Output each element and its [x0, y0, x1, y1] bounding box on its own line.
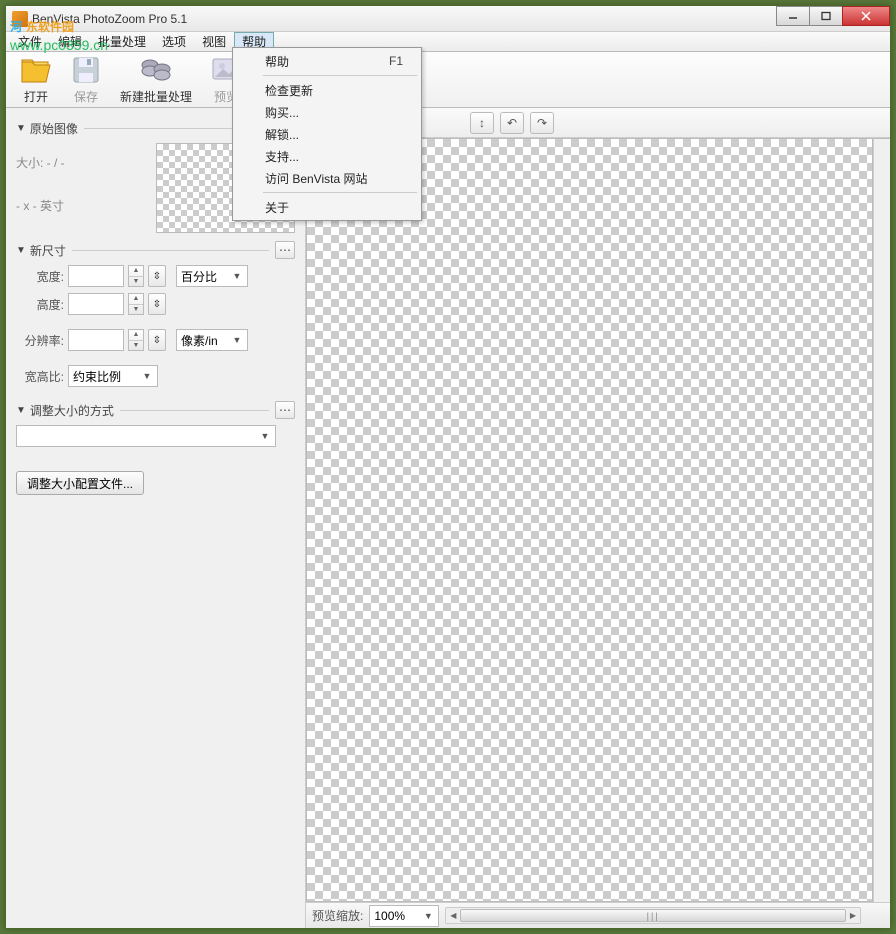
zoom-combo[interactable]: 100%▼: [369, 905, 439, 927]
toolbar: 打开 保存 新建批量处理 预览: [6, 52, 890, 108]
batch-icon: [140, 54, 172, 86]
menu-help-update[interactable]: 检查更新: [235, 79, 419, 101]
tool-save-label: 保存: [74, 88, 98, 105]
preview-canvas[interactable]: [306, 138, 873, 902]
redo-button[interactable]: ↷: [530, 112, 554, 134]
window-title: BenVista PhotoZoom Pro 5.1: [32, 12, 890, 26]
method-combo[interactable]: ▼: [16, 425, 276, 447]
tool-batch-label: 新建批量处理: [120, 88, 192, 105]
orig-dim: - x - 英寸: [16, 192, 146, 221]
res-spinner[interactable]: ▲▼: [128, 329, 144, 351]
width-input[interactable]: [68, 265, 124, 287]
scroll-thumb[interactable]: |||: [460, 909, 846, 922]
menu-help-support[interactable]: 支持...: [235, 145, 419, 167]
chevron-down-icon: ▼: [229, 271, 245, 281]
link-wh-button2[interactable]: ⇳: [148, 293, 166, 315]
folder-icon: [20, 54, 52, 86]
menu-file[interactable]: 文件: [10, 32, 50, 51]
more-button[interactable]: ⋯: [275, 241, 295, 259]
minimize-button[interactable]: [776, 6, 810, 26]
aspect-label: 宽高比:: [16, 368, 64, 385]
statusbar: 预览缩放: 100%▼ ◀ ||| ▶: [306, 902, 890, 928]
section-newsize[interactable]: ▼新尺寸⋯: [16, 241, 295, 259]
chevron-down-icon: ▼: [257, 431, 273, 441]
undo-button[interactable]: ↶: [500, 112, 524, 134]
collapse-icon: ▼: [16, 405, 26, 416]
maximize-button[interactable]: [809, 6, 843, 26]
height-input[interactable]: [68, 293, 124, 315]
menu-help-buy[interactable]: 购买...: [235, 101, 419, 123]
close-button[interactable]: [842, 6, 890, 26]
resolution-input[interactable]: [68, 329, 124, 351]
tool-save: 保存: [64, 51, 108, 108]
help-dropdown: 帮助F1 检查更新 购买... 解锁... 支持... 访问 BenVista …: [232, 47, 422, 221]
link-wh-button[interactable]: ⇳: [148, 265, 166, 287]
app-window: BenVista PhotoZoom Pro 5.1 文件 编辑 批量处理 选项…: [5, 5, 891, 929]
width-label: 宽度:: [16, 268, 64, 285]
orig-size: 大小: - / -: [16, 149, 146, 178]
more-button[interactable]: ⋯: [275, 401, 295, 419]
nav-updown-button[interactable]: ↕: [470, 112, 494, 134]
menu-help-help[interactable]: 帮助F1: [235, 50, 419, 72]
res-unit-combo[interactable]: 像素/in▼: [176, 329, 248, 351]
titlebar[interactable]: BenVista PhotoZoom Pro 5.1: [6, 6, 890, 32]
menu-view[interactable]: 视图: [194, 32, 234, 51]
tool-open-label: 打开: [24, 88, 48, 105]
scroll-right-icon[interactable]: ▶: [846, 908, 860, 923]
chevron-down-icon: ▼: [139, 371, 155, 381]
disk-icon: [70, 54, 102, 86]
collapse-icon: ▼: [16, 123, 26, 134]
chevron-down-icon: ▼: [420, 911, 436, 921]
tool-batch[interactable]: 新建批量处理: [114, 51, 198, 108]
horizontal-scrollbar[interactable]: ◀ ||| ▶: [445, 907, 861, 924]
section-resize[interactable]: ▼调整大小的方式⋯: [16, 401, 295, 419]
unit-combo[interactable]: 百分比▼: [176, 265, 248, 287]
scroll-left-icon[interactable]: ◀: [446, 908, 460, 923]
menu-edit[interactable]: 编辑: [50, 32, 90, 51]
menu-batch[interactable]: 批量处理: [90, 32, 154, 51]
zoom-label: 预览缩放:: [312, 907, 363, 924]
aspect-combo[interactable]: 约束比例▼: [68, 365, 158, 387]
menu-help-unlock[interactable]: 解锁...: [235, 123, 419, 145]
resize-config-button[interactable]: 调整大小配置文件...: [16, 471, 144, 495]
menubar: 文件 编辑 批量处理 选项 视图 帮助: [6, 32, 890, 52]
menu-options[interactable]: 选项: [154, 32, 194, 51]
menu-separator: [263, 75, 417, 76]
vertical-scrollbar[interactable]: [873, 138, 890, 902]
menu-help-website[interactable]: 访问 BenVista 网站: [235, 167, 419, 189]
width-spinner[interactable]: ▲▼: [128, 265, 144, 287]
height-label: 高度:: [16, 296, 64, 313]
app-icon: [12, 11, 28, 27]
sidebar: ▼原始图像 大小: - / - - x - 英寸 ▼新尺寸⋯ 宽度: ▲▼ ⇳ …: [6, 108, 306, 928]
tool-open[interactable]: 打开: [14, 51, 58, 108]
res-label: 分辨率:: [16, 332, 64, 349]
chevron-down-icon: ▼: [229, 335, 245, 345]
height-spinner[interactable]: ▲▼: [128, 293, 144, 315]
link-res-button[interactable]: ⇳: [148, 329, 166, 351]
menu-help-about[interactable]: 关于: [235, 196, 419, 218]
menu-separator: [263, 192, 417, 193]
main-area: ↕ ↶ ↷ 预览缩放: 100%▼ ◀ ||| ▶: [306, 108, 890, 928]
collapse-icon: ▼: [16, 245, 26, 256]
